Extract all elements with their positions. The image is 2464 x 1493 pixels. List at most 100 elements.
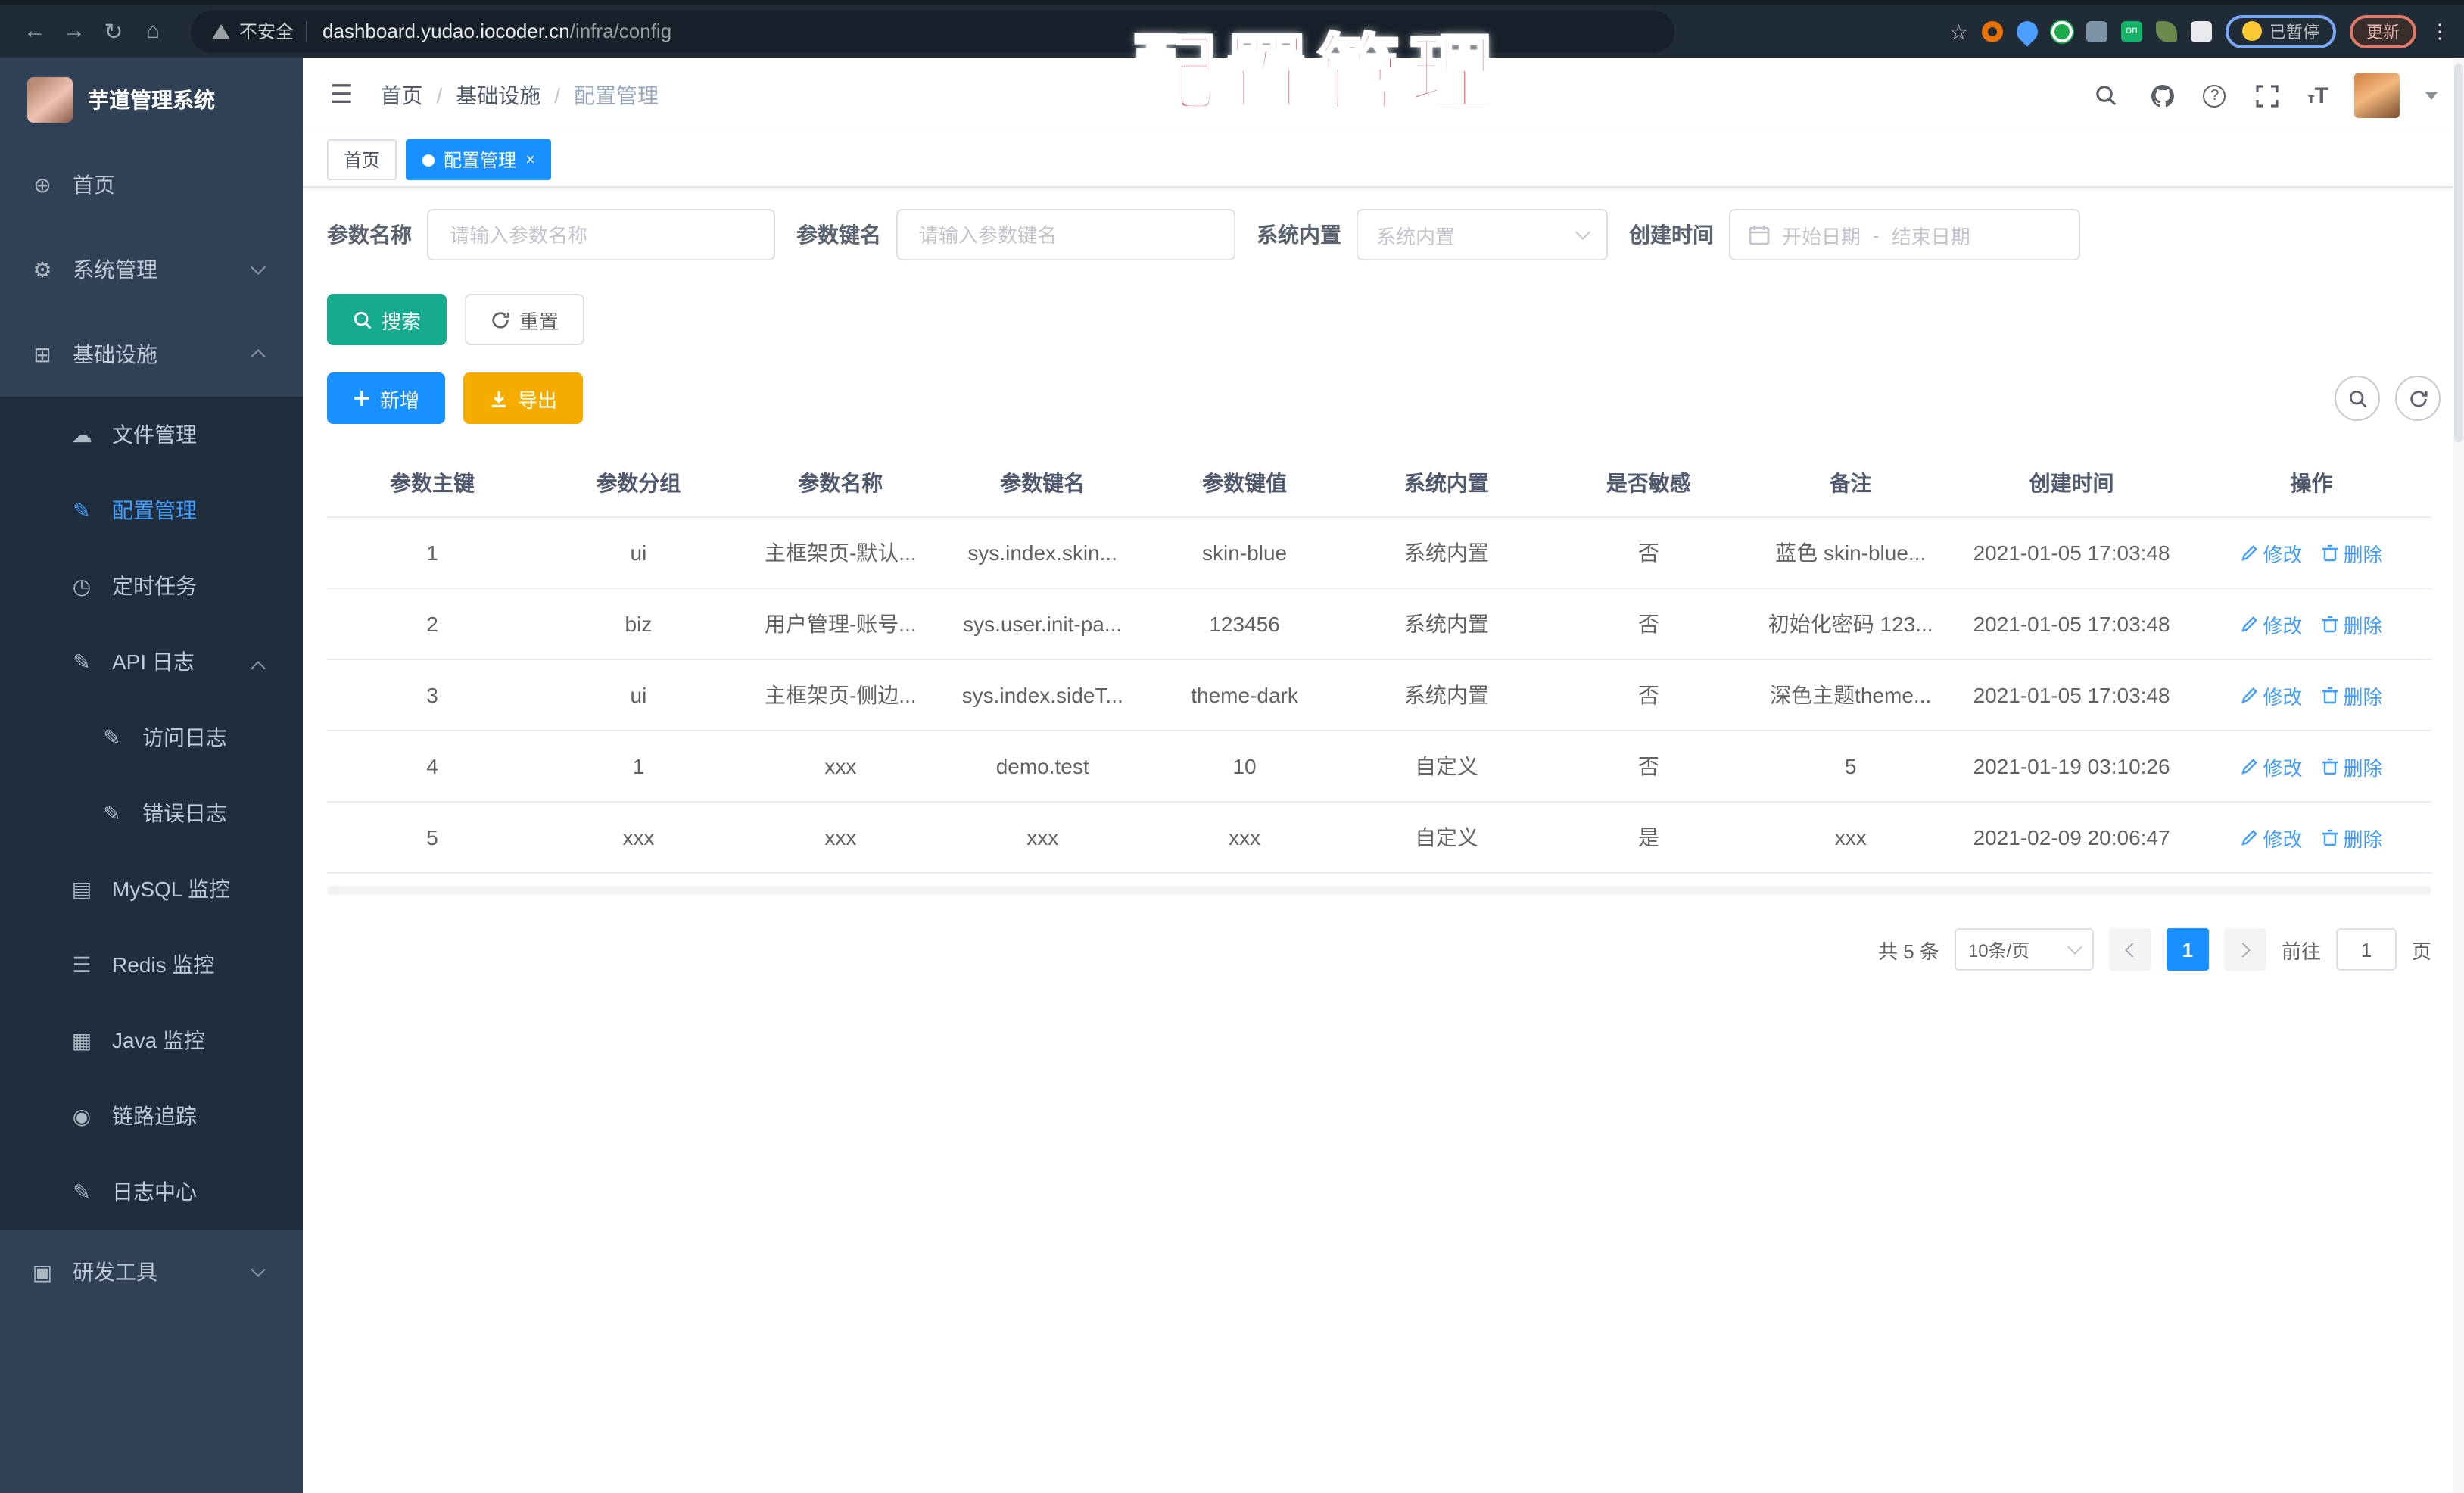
update-button[interactable]: 更新 bbox=[2350, 14, 2416, 48]
extension-icon[interactable] bbox=[2086, 20, 2107, 42]
app-title: 芋道管理系统 bbox=[88, 88, 215, 112]
user-avatar[interactable] bbox=[2354, 73, 2400, 118]
param-name-input[interactable] bbox=[447, 222, 755, 248]
search-button[interactable]: 搜索 bbox=[327, 294, 447, 345]
table-row: 3 ui 主框架页-侧边... sys.index.sideT... theme-dar… bbox=[327, 660, 2431, 731]
extension-icon[interactable] bbox=[1982, 20, 2003, 42]
cell-group: ui bbox=[630, 541, 647, 565]
github-icon[interactable] bbox=[2148, 80, 2178, 111]
edit-link[interactable]: 修改 bbox=[2240, 681, 2302, 709]
current-page-button[interactable]: 1 bbox=[2166, 928, 2209, 971]
browser-reload-icon[interactable]: ↻ bbox=[94, 17, 133, 45]
param-name-label: 参数名称 bbox=[327, 223, 412, 247]
horizontal-scrollbar[interactable] bbox=[327, 886, 2431, 895]
goto-page-input[interactable]: 1 bbox=[2335, 928, 2397, 971]
sidebar-item-label: 研发工具 bbox=[73, 1260, 157, 1284]
globe-icon: ⊕ bbox=[33, 172, 51, 196]
sidebar-item-redis[interactable]: ☰ Redis 监控 bbox=[0, 927, 303, 1002]
sidebar-menu: ⊕ 首页 ⚙ 系统管理 ⊞ 基础设施 ☁ 文件管理 ✎ 配置管理 ◷ 定时任务 ✎ API 日志 ✎ 访问日志… bbox=[0, 142, 303, 1314]
sidebar-item-access-log[interactable]: ✎ 访问日志 bbox=[0, 700, 303, 775]
sidebar-item-label: 访问日志 bbox=[142, 725, 227, 750]
delete-link[interactable]: 删除 bbox=[2320, 752, 2383, 781]
breadcrumb-item[interactable]: 基础设施 bbox=[456, 80, 540, 111]
log-icon: ✎ bbox=[73, 649, 91, 673]
cell-key: sys.user.init-pa... bbox=[963, 612, 1123, 636]
cell-remark: 蓝色 skin-blue... bbox=[1775, 541, 1927, 565]
extension-icon[interactable] bbox=[2051, 20, 2073, 42]
extension-pin-icon[interactable] bbox=[2012, 16, 2042, 46]
window-scrollbar[interactable] bbox=[2453, 58, 2464, 1493]
sidebar-item-job[interactable]: ◷ 定时任务 bbox=[0, 548, 303, 624]
sidebar-item-file[interactable]: ☁ 文件管理 bbox=[0, 397, 303, 472]
sidebar-item-home[interactable]: ⊕ 首页 bbox=[0, 142, 303, 227]
sidebar-item-label: 文件管理 bbox=[112, 422, 197, 447]
scrollbar-thumb[interactable] bbox=[2454, 64, 2463, 442]
tab-配置管理[interactable]: 配置管理 × bbox=[406, 139, 552, 180]
sidebar-item-api-log[interactable]: ✎ API 日志 bbox=[0, 624, 303, 700]
fullscreen-icon[interactable] bbox=[2252, 80, 2282, 111]
sidebar-item-trace[interactable]: ◉ 链路追踪 bbox=[0, 1078, 303, 1154]
column-header: 参数分组 bbox=[596, 470, 681, 494]
browser-menu-kebab-icon[interactable]: ⋮ bbox=[2430, 19, 2450, 43]
sidebar-item-dev-tool[interactable]: ▣ 研发工具 bbox=[0, 1230, 303, 1314]
font-size-icon[interactable]: тT bbox=[2308, 83, 2328, 108]
user-menu-caret-icon[interactable] bbox=[2425, 92, 2438, 99]
browser-forward-icon[interactable]: → bbox=[55, 18, 94, 44]
tab-首页[interactable]: 首页 bbox=[327, 139, 397, 180]
builtin-select[interactable]: 系统内置 bbox=[1357, 209, 1608, 260]
column-header: 参数键名 bbox=[1000, 470, 1086, 494]
edit-link[interactable]: 修改 bbox=[2240, 752, 2302, 781]
sidebar-item-log-center[interactable]: ✎ 日志中心 bbox=[0, 1154, 303, 1230]
sidebar-item-mysql[interactable]: ▤ MySQL 监控 bbox=[0, 851, 303, 927]
tab-label: 首页 bbox=[344, 150, 381, 171]
tab-label: 配置管理 bbox=[444, 150, 517, 171]
param-key-input[interactable] bbox=[916, 222, 1216, 248]
next-page-button[interactable] bbox=[2223, 928, 2266, 971]
cell-name: 主框架页-默认... bbox=[764, 541, 917, 565]
table-row: 5 xxx xxx xxx xxx 自定义 是 xxx 2021-02-09 20:06:47 修… bbox=[327, 803, 2431, 874]
add-button[interactable]: 新增 bbox=[327, 372, 446, 424]
reset-button[interactable]: 重置 bbox=[465, 294, 585, 345]
page-size-select[interactable]: 10条/页 bbox=[1954, 928, 2094, 971]
sidebar-item-config[interactable]: ✎ 配置管理 bbox=[0, 472, 303, 548]
cell-sensitive: 否 bbox=[1637, 683, 1659, 707]
paused-chip[interactable]: 已暂停 bbox=[2226, 14, 2336, 48]
edit-link[interactable]: 修改 bbox=[2240, 538, 2302, 567]
delete-link[interactable]: 删除 bbox=[2320, 823, 2383, 852]
filter-form: 参数名称 参数键名 系统内置 系统内置 创建时间 bbox=[327, 209, 2441, 260]
browser-back-icon[interactable]: ← bbox=[15, 18, 55, 44]
date-range-picker[interactable]: 开始日期 - 结束日期 bbox=[1729, 209, 2080, 260]
sidebar-item-system[interactable]: ⚙ 系统管理 bbox=[0, 227, 303, 312]
column-header: 参数键值 bbox=[1202, 470, 1288, 494]
sidebar-toggle-icon[interactable]: ☰ bbox=[330, 80, 354, 111]
sidebar-item-label: 错误日志 bbox=[142, 801, 227, 825]
start-date-placeholder: 开始日期 bbox=[1782, 225, 1861, 248]
cell-builtin: 系统内置 bbox=[1403, 612, 1489, 636]
help-icon[interactable]: ? bbox=[2203, 84, 2226, 107]
delete-link[interactable]: 删除 bbox=[2320, 609, 2383, 638]
close-tab-icon[interactable]: × bbox=[525, 151, 535, 169]
refresh-button[interactable] bbox=[2395, 376, 2441, 421]
sidebar-item-infra[interactable]: ⊞ 基础设施 bbox=[0, 312, 303, 397]
toggle-search-button[interactable] bbox=[2335, 376, 2380, 421]
sidebar-item-error-log[interactable]: ✎ 错误日志 bbox=[0, 775, 303, 851]
chevron-up-icon bbox=[251, 661, 266, 676]
export-button[interactable]: 导出 bbox=[463, 372, 584, 424]
goto-label: 前往 bbox=[2281, 940, 2321, 962]
sidebar-item-java[interactable]: ▦ Java 监控 bbox=[0, 1002, 303, 1078]
extension-on-badge-icon[interactable]: on bbox=[2121, 20, 2142, 42]
delete-link[interactable]: 删除 bbox=[2320, 538, 2383, 567]
extension-icon[interactable] bbox=[2156, 20, 2177, 42]
config-table: 参数主键 参数分组 参数名称 参数键名 参数键值 系统内置 是否敏感 备注 创建时间 操作 1 ui… bbox=[327, 448, 2431, 895]
prev-page-button[interactable] bbox=[2108, 928, 2151, 971]
edit-link[interactable]: 修改 bbox=[2240, 609, 2302, 638]
bookmark-star-icon[interactable]: ☆ bbox=[1949, 20, 1968, 42]
cell-sensitive: 否 bbox=[1637, 754, 1659, 778]
sidebar-item-label: API 日志 bbox=[112, 650, 195, 674]
breadcrumb-item[interactable]: 首页 bbox=[381, 80, 423, 111]
search-icon[interactable] bbox=[2092, 80, 2122, 111]
edit-link[interactable]: 修改 bbox=[2240, 823, 2302, 852]
delete-link[interactable]: 删除 bbox=[2320, 681, 2383, 709]
extensions-puzzle-icon[interactable] bbox=[2191, 20, 2212, 42]
browser-home-icon[interactable]: ⌂ bbox=[133, 18, 173, 44]
